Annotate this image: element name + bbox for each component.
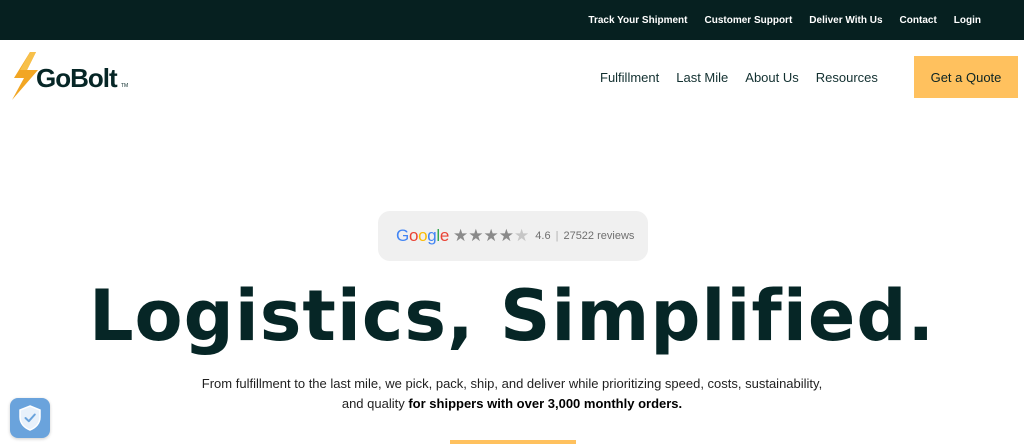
star-rating: ★ ★ ★ ★ ★ <box>453 225 530 246</box>
nav-fulfillment[interactable]: Fulfillment <box>600 70 659 85</box>
login-link[interactable]: Login <box>954 15 981 26</box>
divider: | <box>555 230 559 242</box>
logo-trademark: TM <box>121 83 129 89</box>
hero-subtitle: From fulfillment to the last mile, we pi… <box>150 374 874 414</box>
track-shipment-link[interactable]: Track Your Shipment <box>588 15 687 26</box>
privacy-shield-widget[interactable] <box>10 398 50 438</box>
get-a-quote-button[interactable]: Get a Quote <box>914 56 1018 98</box>
nav-last-mile[interactable]: Last Mile <box>676 70 728 85</box>
gobolt-logo[interactable]: GoBolt TM <box>8 50 138 106</box>
hero-cta-button[interactable] <box>450 440 576 444</box>
shield-check-icon <box>19 405 41 431</box>
star-icon: ★ <box>453 225 469 246</box>
utility-bar: Track Your Shipment Customer Support Del… <box>0 0 1024 40</box>
star-icon: ★ <box>498 225 515 246</box>
customer-support-link[interactable]: Customer Support <box>705 15 793 26</box>
hero-title: Logistics, Simplified. <box>88 275 936 357</box>
rating-value: 4.6 <box>535 230 551 242</box>
primary-nav: Fulfillment Last Mile About Us Resources <box>600 40 878 114</box>
contact-link[interactable]: Contact <box>900 15 937 26</box>
deliver-with-us-link[interactable]: Deliver With Us <box>809 15 882 26</box>
logo-wordmark: GoBolt <box>36 63 118 93</box>
google-review-badge[interactable]: Google ★ ★ ★ ★ ★ 4.6 | 27522 reviews <box>378 211 648 261</box>
nav-about-us[interactable]: About Us <box>745 70 798 85</box>
review-count: 27522 reviews <box>563 230 635 242</box>
hero-subtitle-emphasis: for shippers with over 3,000 monthly ord… <box>408 396 683 411</box>
utility-links: Track Your Shipment Customer Support Del… <box>588 0 981 40</box>
hero-subtitle-line1: From fulfillment to the last mile, we pi… <box>201 376 823 391</box>
main-header: GoBolt TM Fulfillment Last Mile About Us… <box>0 40 1024 114</box>
hero-subtitle-line2: and quality <box>341 396 409 411</box>
star-half-icon: ★ <box>514 225 530 246</box>
google-logo: Google <box>396 226 450 245</box>
nav-resources[interactable]: Resources <box>816 70 878 85</box>
star-icon: ★ <box>468 225 484 246</box>
star-icon: ★ <box>483 225 499 246</box>
